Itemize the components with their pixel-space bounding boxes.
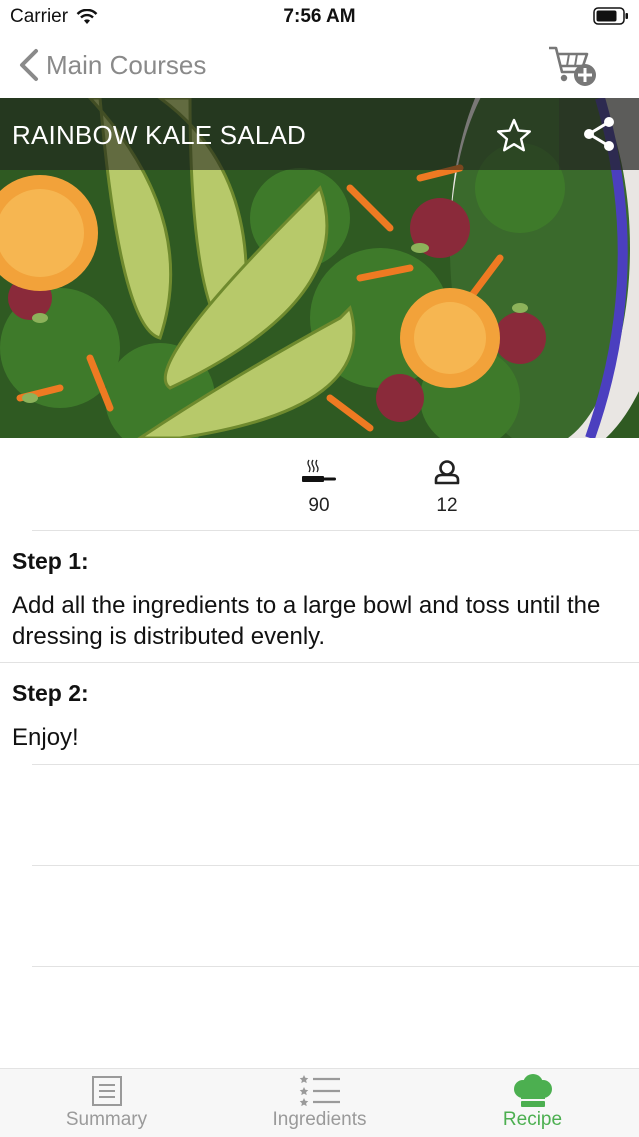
recipe-title: RAINBOW KALE SALAD (12, 120, 307, 150)
tab-ingredients[interactable]: Ingredients (213, 1069, 426, 1137)
servings: 12 (407, 458, 487, 517)
step-1-heading: Step 1: (12, 548, 89, 574)
share-button[interactable] (559, 98, 639, 170)
recipe-meta: 90 12 (0, 438, 639, 530)
tab-ingredients-label: Ingredients (272, 1109, 367, 1130)
favorite-star-icon[interactable] (496, 118, 532, 152)
status-bar: Carrier 7:56 AM (0, 0, 639, 34)
step-1-text: Add all the ingredients to a large bowl … (12, 592, 601, 650)
share-icon (584, 117, 614, 151)
divider (32, 966, 639, 967)
step-2-heading: Step 2: (12, 680, 89, 706)
back-label: Main Courses (46, 49, 207, 80)
chevron-left-icon (20, 49, 38, 81)
tab-summary-label: Summary (65, 1109, 148, 1130)
battery-icon (593, 7, 628, 25)
tab-recipe[interactable]: Recipe (426, 1069, 639, 1137)
tab-recipe-label: Recipe (502, 1109, 563, 1130)
tab-bar: Summary Ingredients Recipe (0, 1068, 639, 1137)
cook-time-value: 90 (308, 495, 330, 516)
cook-time: 90 (279, 458, 359, 517)
recipe-hero: RAINBOW KALE SALAD (0, 98, 639, 438)
divider (0, 662, 639, 663)
tab-summary[interactable]: Summary (0, 1069, 213, 1137)
servings-value: 12 (436, 495, 458, 516)
status-time: 7:56 AM (283, 6, 356, 27)
add-to-cart-icon[interactable] (547, 42, 599, 88)
back-button[interactable]: Main Courses (18, 48, 206, 82)
step-2-text: Enjoy! (12, 724, 79, 751)
document-icon (92, 1076, 122, 1106)
divider (32, 530, 639, 531)
cooking-pan-icon (302, 459, 336, 482)
divider (32, 865, 639, 866)
navigation-bar: Main Courses (0, 34, 639, 98)
list-icon (299, 1075, 340, 1107)
person-icon (434, 460, 460, 485)
divider (32, 764, 639, 765)
chef-hat-icon (514, 1074, 552, 1107)
